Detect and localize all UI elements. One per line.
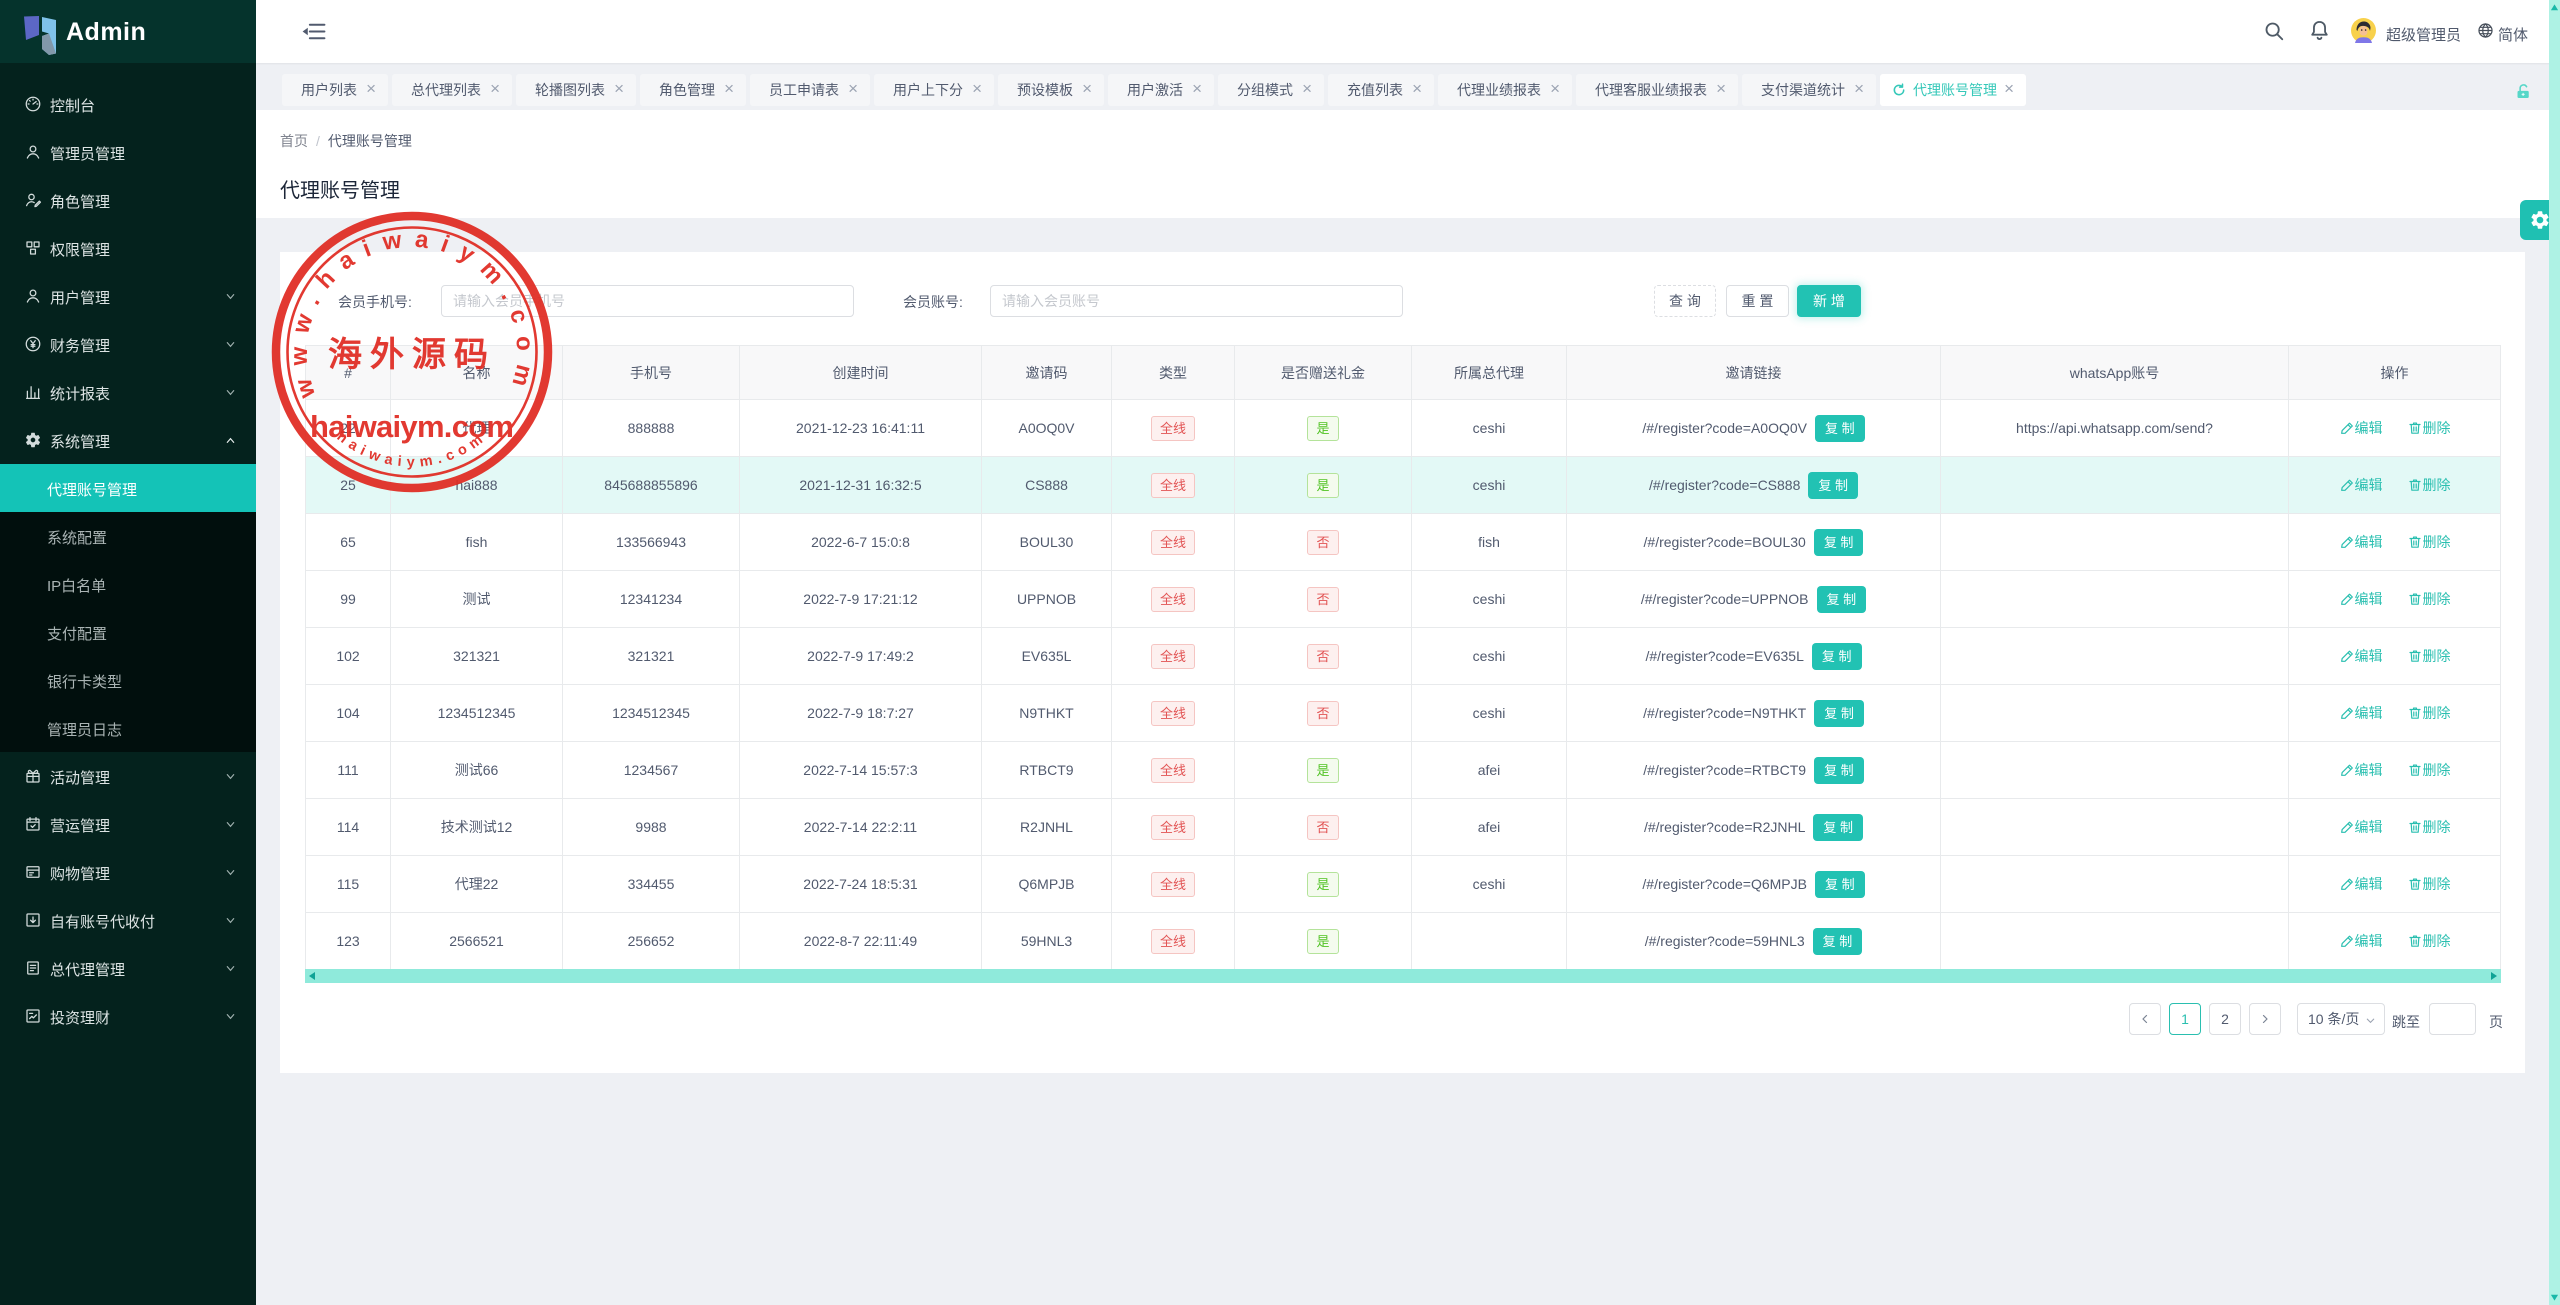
- svg-text:海外源码: 海外源码: [328, 336, 496, 374]
